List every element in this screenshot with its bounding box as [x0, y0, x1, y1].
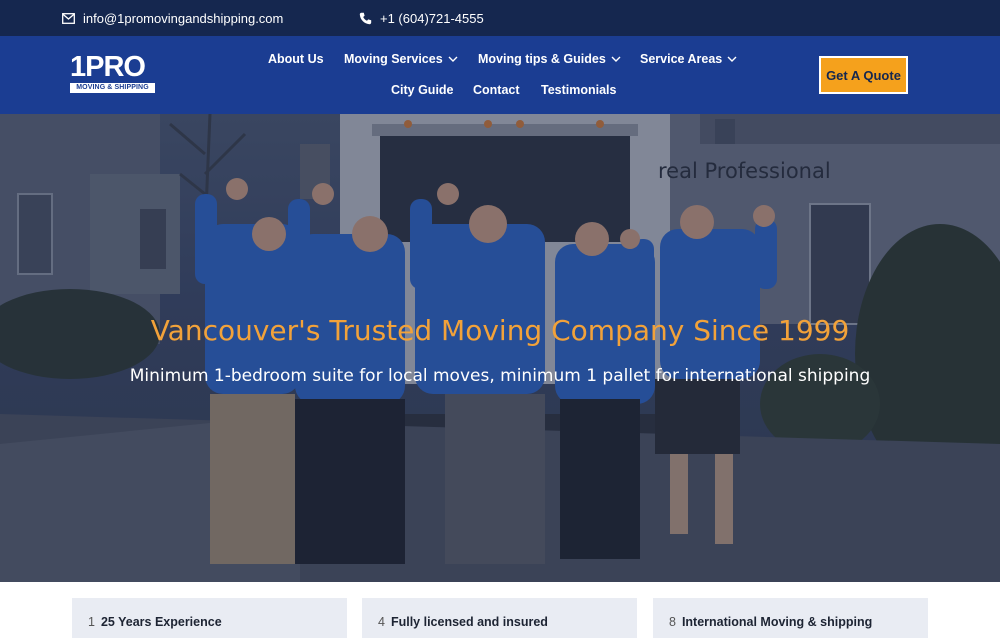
nav-about-us[interactable]: About Us — [268, 52, 324, 66]
hero-title: Vancouver's Trusted Moving Company Since… — [150, 314, 850, 347]
feature-label: 25 Years Experience — [100, 615, 222, 629]
chevron-down-icon — [448, 56, 458, 62]
feature-number: 4 — [378, 615, 385, 629]
get-a-quote-button[interactable]: Get A Quote — [819, 56, 908, 94]
chevron-down-icon — [727, 56, 737, 62]
feature-card: 8 International Moving & shipping — [653, 598, 928, 638]
nav-moving-services-label: Moving Services — [344, 52, 443, 66]
phone-icon — [359, 12, 372, 25]
nav-testimonials[interactable]: Testimonials — [541, 83, 616, 97]
logo-wordmark: 1PRO — [70, 51, 146, 83]
nav-city-guide-label: City Guide — [391, 83, 454, 97]
nav-service-areas-label: Service Areas — [640, 52, 723, 66]
feature-card: 4 Fully licensed and insured — [362, 598, 637, 638]
hero-subtitle: Minimum 1-bedroom suite for local moves,… — [129, 366, 871, 386]
nav-contact[interactable]: Contact — [473, 83, 520, 97]
logo-tagline: MOVING & SHIPPING — [70, 83, 155, 93]
feature-label: International Moving & shipping — [681, 615, 873, 629]
nav-contact-label: Contact — [473, 83, 520, 97]
nav-testimonials-label: Testimonials — [541, 83, 617, 97]
nav-service-areas[interactable]: Service Areas — [640, 52, 737, 66]
feature-card: 1 25 Years Experience — [72, 598, 347, 638]
email-link[interactable]: info@1promovingandshipping.com — [62, 0, 283, 36]
feature-cards: 1 25 Years Experience 4 Fully licensed and… — [0, 582, 1000, 638]
nav-moving-services[interactable]: Moving Services — [344, 52, 458, 66]
phone-text: +1 (604)721-4555 — [380, 10, 484, 26]
feature-number: 8 — [669, 615, 676, 629]
nav-city-guide[interactable]: City Guide — [391, 83, 454, 97]
site-logo[interactable]: 1PRO MOVING & SHIPPING — [70, 52, 156, 94]
hero-banner: real Professional Vancouver's Trusted Mo… — [0, 114, 1000, 582]
hero-photo: real Professional — [0, 114, 1000, 582]
feature-number: 1 — [88, 615, 95, 629]
nav-about-us-label: About Us — [268, 52, 324, 66]
top-contact-bar: info@1promovingandshipping.com +1 (604)7… — [0, 0, 1000, 36]
get-a-quote-label: Get A Quote — [826, 67, 901, 83]
email-text: info@1promovingandshipping.com — [83, 10, 284, 26]
feature-label: Fully licensed and insured — [390, 615, 548, 629]
chevron-down-icon — [611, 56, 621, 62]
nav-moving-tips-label: Moving tips & Guides — [478, 52, 606, 66]
nav-moving-tips[interactable]: Moving tips & Guides — [478, 52, 621, 66]
envelope-icon — [62, 12, 75, 24]
phone-link[interactable]: +1 (604)721-4555 — [359, 0, 484, 36]
